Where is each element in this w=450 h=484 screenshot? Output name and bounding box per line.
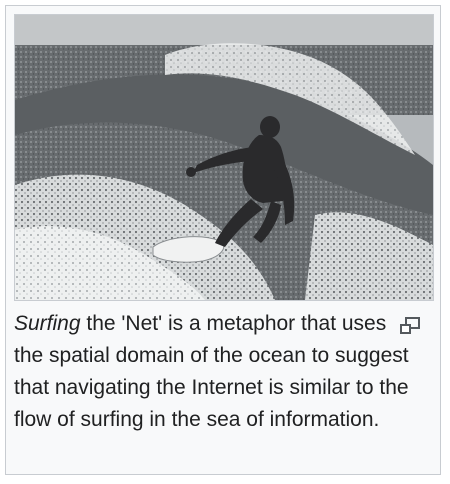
image-thumbnail-frame: Surfing the 'Net' is a metaphor that use…	[5, 5, 441, 475]
surfer-image-link[interactable]	[14, 14, 434, 301]
thumbnail-inner: Surfing the 'Net' is a metaphor that use…	[14, 14, 434, 436]
magnify-clip-icon[interactable]	[398, 314, 422, 334]
caption-lead-italic: Surfing	[14, 312, 81, 335]
surfer-image	[15, 15, 433, 300]
image-caption: Surfing the 'Net' is a metaphor that use…	[14, 308, 434, 436]
